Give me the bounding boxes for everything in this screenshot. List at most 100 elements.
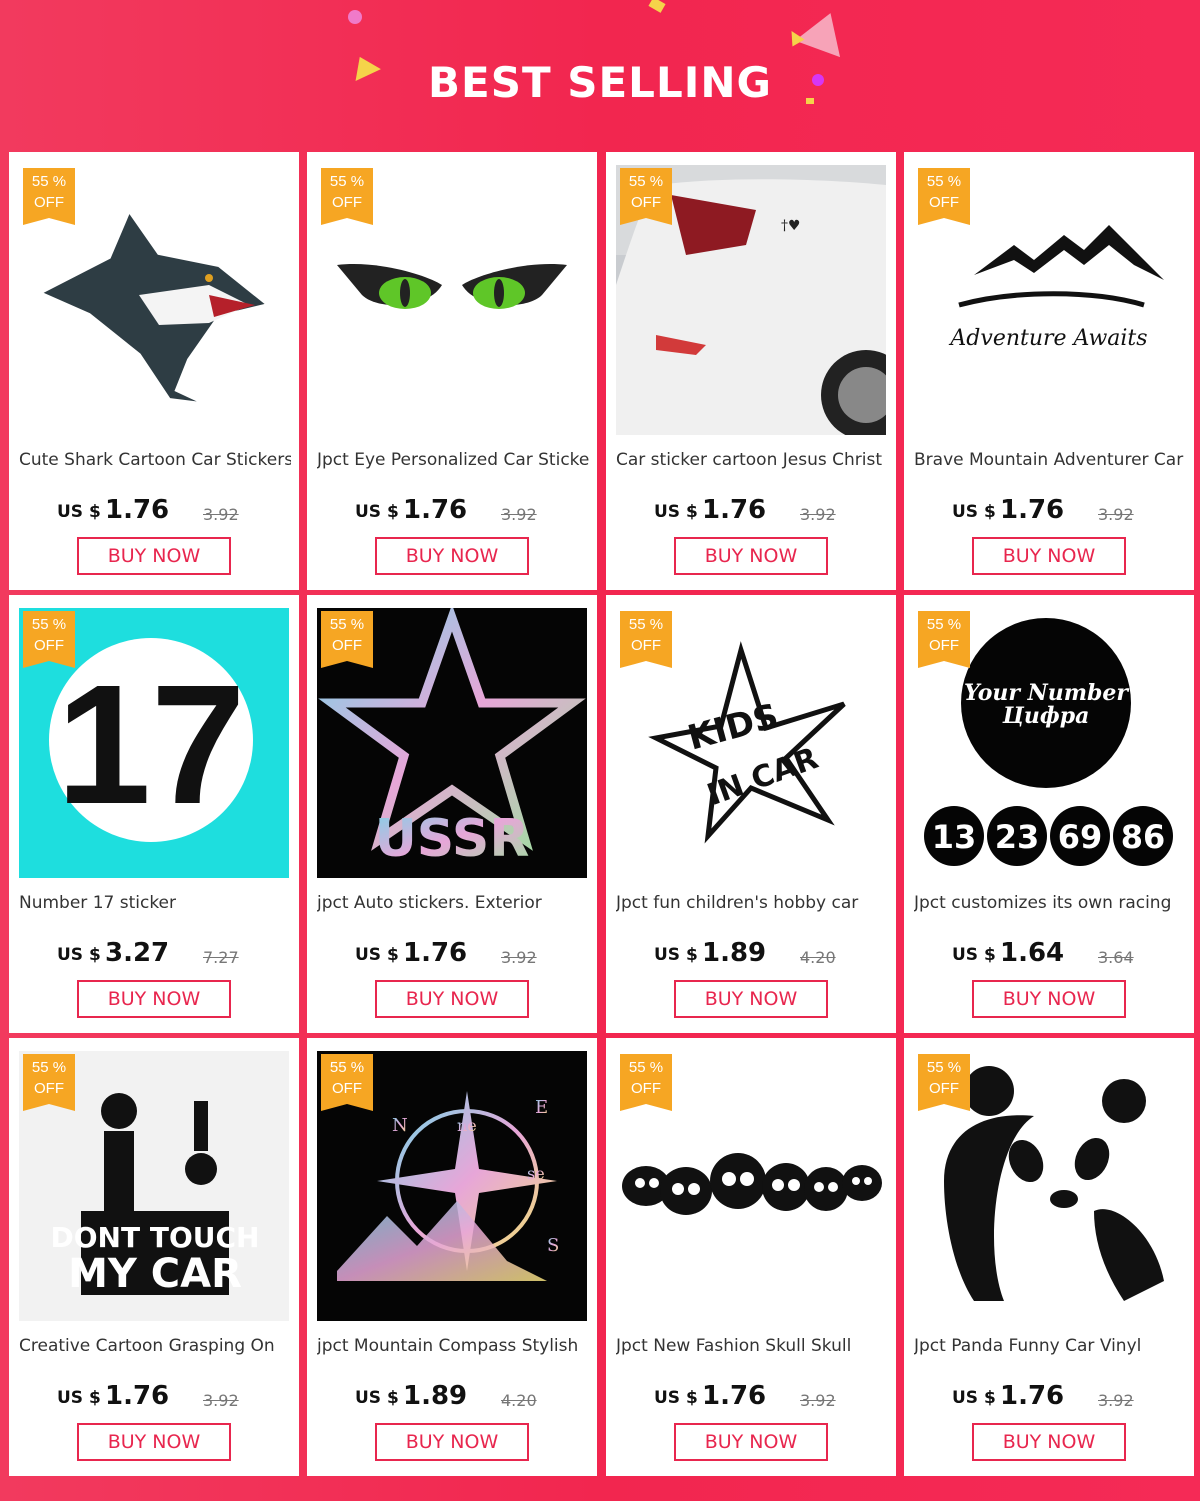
- discount-badge: 55 % OFF: [620, 168, 672, 225]
- price-row: US $ 1.76 3.92: [9, 1381, 299, 1413]
- compass-letter: E: [535, 1097, 548, 1118]
- currency: US $: [355, 945, 399, 965]
- price-row: US $ 1.76 3.92: [606, 1381, 896, 1413]
- original-price: 3.92: [501, 948, 537, 967]
- sale-price: 1.76: [1000, 1381, 1065, 1411]
- price-row: US $ 1.76 3.92: [307, 495, 597, 527]
- product-card[interactable]: 17 55 % OFF Number 17 sticker US $ 3.27 7…: [9, 595, 299, 1033]
- original-price: 4.20: [800, 948, 836, 967]
- currency: US $: [952, 945, 996, 965]
- product-card[interactable]: †♥ 55 % OFF Car sticker cartoon Jesus Chr…: [606, 152, 896, 590]
- sale-price: 1.76: [105, 1381, 170, 1411]
- discount-badge: 55 % OFF: [321, 1054, 373, 1111]
- buy-now-button[interactable]: BUY NOW: [972, 537, 1126, 575]
- discount-badge: 55 % OFF: [23, 168, 75, 225]
- product-title[interactable]: Car sticker cartoon Jesus Christ: [616, 450, 888, 470]
- discount-badge: 55 % OFF: [321, 611, 373, 668]
- discount-badge: 55 % OFF: [620, 1054, 672, 1111]
- product-title[interactable]: Number 17 sticker: [19, 893, 291, 913]
- currency: US $: [654, 1388, 698, 1408]
- price-row: US $ 1.89 4.20: [606, 938, 896, 970]
- sale-price: 1.89: [702, 938, 767, 968]
- compass-letter: ne: [457, 1116, 477, 1135]
- product-card[interactable]: 55 % OFF Cute Shark Cartoon Car Stickers …: [9, 152, 299, 590]
- buy-now-button[interactable]: BUY NOW: [375, 1423, 529, 1461]
- product-title[interactable]: Jpct Panda Funny Car Vinyl: [914, 1336, 1186, 1356]
- currency: US $: [952, 1388, 996, 1408]
- racing-num: 23: [995, 818, 1040, 856]
- sale-price: 1.64: [1000, 938, 1065, 968]
- currency: US $: [355, 1388, 399, 1408]
- racing-num: 13: [932, 818, 977, 856]
- buy-now-button[interactable]: BUY NOW: [972, 1423, 1126, 1461]
- currency: US $: [654, 502, 698, 522]
- original-price: 3.92: [1098, 1391, 1134, 1410]
- buy-now-button[interactable]: BUY NOW: [77, 980, 231, 1018]
- original-price: 7.27: [203, 948, 239, 967]
- compass-letter: N: [392, 1115, 408, 1136]
- price-row: US $ 1.76 3.92: [307, 938, 597, 970]
- buy-now-button[interactable]: BUY NOW: [375, 980, 529, 1018]
- price-row: US $ 1.76 3.92: [606, 495, 896, 527]
- price-row: US $ 1.76 3.92: [904, 495, 1194, 527]
- product-card[interactable]: Your Number Цифра 13 23 69 86 55 % OFF Jp…: [904, 595, 1194, 1033]
- original-price: 3.92: [501, 505, 537, 524]
- original-price: 3.64: [1098, 948, 1134, 967]
- buy-now-button[interactable]: BUY NOW: [674, 1423, 828, 1461]
- number-17-text: 17: [56, 650, 245, 840]
- discount-badge: 55 % OFF: [918, 168, 970, 225]
- original-price: 3.92: [800, 505, 836, 524]
- product-card[interactable]: KIDS IN CAR 55 % OFF Jpct fun children's …: [606, 595, 896, 1033]
- currency: US $: [57, 502, 101, 522]
- product-title[interactable]: Brave Mountain Adventurer Car: [914, 450, 1186, 470]
- original-price: 3.92: [203, 1391, 239, 1410]
- product-card[interactable]: DONT TOUCH MY CAR 55 % OFF Creative Carto…: [9, 1038, 299, 1476]
- product-title[interactable]: jpct Mountain Compass Stylish: [317, 1336, 589, 1356]
- svg-text:†♥: †♥: [781, 218, 801, 234]
- sale-price: 1.76: [1000, 495, 1065, 525]
- currency: US $: [57, 945, 101, 965]
- dont-touch-text: DONT TOUCH: [51, 1221, 260, 1254]
- product-title[interactable]: Jpct customizes its own racing: [914, 893, 1186, 913]
- discount-badge: 55 % OFF: [918, 1054, 970, 1111]
- compass-letter: S: [547, 1235, 559, 1256]
- racing-num: 69: [1058, 818, 1103, 856]
- buy-now-button[interactable]: BUY NOW: [375, 537, 529, 575]
- product-title[interactable]: Creative Cartoon Grasping On: [19, 1336, 291, 1356]
- original-price: 3.92: [203, 505, 239, 524]
- sale-price: 1.76: [403, 938, 468, 968]
- currency: US $: [952, 502, 996, 522]
- original-price: 4.20: [501, 1391, 537, 1410]
- discount-badge: 55 % OFF: [321, 168, 373, 225]
- product-card[interactable]: Adventure Awaits 55 % OFF Brave Mountain …: [904, 152, 1194, 590]
- buy-now-button[interactable]: BUY NOW: [674, 537, 828, 575]
- product-card[interactable]: USSR 55 % OFF jpct Auto stickers. Exterio…: [307, 595, 597, 1033]
- sale-price: 1.76: [105, 495, 170, 525]
- product-title[interactable]: Jpct New Fashion Skull Skull: [616, 1336, 888, 1356]
- buy-now-button[interactable]: BUY NOW: [77, 1423, 231, 1461]
- product-card[interactable]: 55 % OFF Jpct Eye Personalized Car Sticke…: [307, 152, 597, 590]
- discount-badge: 55 % OFF: [23, 611, 75, 668]
- discount-badge: 55 % OFF: [620, 611, 672, 668]
- product-card[interactable]: N ne E se S 55 % OFF jpct Mountain Compas…: [307, 1038, 597, 1476]
- racing-text-2: Цифра: [1002, 703, 1090, 729]
- product-title[interactable]: jpct Auto stickers. Exterior: [317, 893, 589, 913]
- product-title[interactable]: Cute Shark Cartoon Car Stickers: [19, 450, 291, 470]
- buy-now-button[interactable]: BUY NOW: [674, 980, 828, 1018]
- discount-badge: 55 % OFF: [918, 611, 970, 668]
- price-row: US $ 1.64 3.64: [904, 938, 1194, 970]
- sale-price: 1.89: [403, 1381, 468, 1411]
- price-row: US $ 1.89 4.20: [307, 1381, 597, 1413]
- original-price: 3.92: [1098, 505, 1134, 524]
- racing-num: 86: [1121, 818, 1166, 856]
- buy-now-button[interactable]: BUY NOW: [972, 980, 1126, 1018]
- product-title[interactable]: Jpct fun children's hobby car: [616, 893, 888, 913]
- buy-now-button[interactable]: BUY NOW: [77, 537, 231, 575]
- product-title[interactable]: Jpct Eye Personalized Car Sticker: [317, 450, 589, 470]
- price-row: US $ 1.76 3.92: [9, 495, 299, 527]
- sale-price: 1.76: [702, 1381, 767, 1411]
- my-car-text: MY CAR: [68, 1251, 242, 1297]
- discount-badge: 55 % OFF: [23, 1054, 75, 1111]
- product-card[interactable]: 55 % OFF Jpct Panda Funny Car Vinyl US $ …: [904, 1038, 1194, 1476]
- product-card[interactable]: 55 % OFF Jpct New Fashion Skull Skull US …: [606, 1038, 896, 1476]
